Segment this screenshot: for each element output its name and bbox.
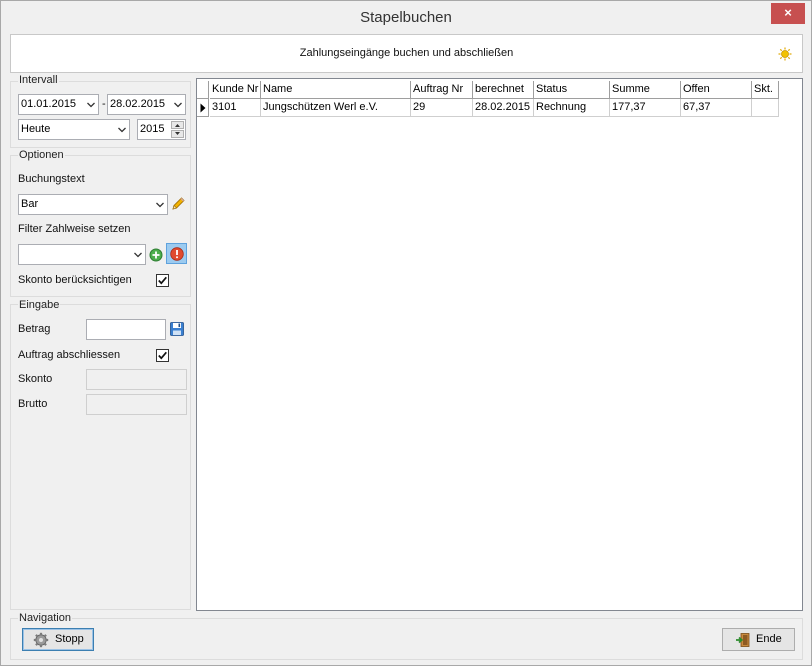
remove-filter-button[interactable]: [166, 243, 187, 264]
current-row-indicator: [197, 99, 209, 117]
period-select[interactable]: Heute: [18, 119, 130, 140]
year-stepper-buttons: [171, 121, 184, 138]
column-header[interactable]: Summe: [610, 81, 681, 99]
stapelbuchen-window: Stapelbuchen × Zahlungseingänge buchen u…: [0, 0, 812, 666]
header-panel: Zahlungseingänge buchen und abschließen: [10, 34, 803, 73]
year-value: 2015: [140, 123, 165, 135]
title-bar: Stapelbuchen ×: [1, 1, 811, 33]
skonto-beruecksichtigen-checkbox[interactable]: [156, 274, 169, 287]
date-to-value: 28.02.2015: [110, 98, 166, 110]
betrag-label: Betrag: [18, 323, 51, 335]
gear-icon: [33, 632, 49, 648]
year-increment-button[interactable]: [171, 121, 184, 129]
intervall-group-label: Intervall: [18, 74, 59, 86]
table-cell[interactable]: 29: [411, 99, 473, 117]
navigation-group-label: Navigation: [18, 612, 72, 624]
sun-icon: [778, 47, 792, 61]
column-header[interactable]: Offen: [681, 81, 752, 99]
table-cell[interactable]: Jungschützen Werl e.V.: [261, 99, 411, 117]
skonto-field: [86, 369, 187, 390]
close-button[interactable]: ×: [771, 3, 805, 24]
chevron-down-icon: [87, 102, 95, 108]
date-from-value: 01.01.2015: [21, 98, 77, 110]
buchungstext-label: Buchungstext: [18, 173, 85, 185]
brutto-field: [86, 394, 187, 415]
table-cell[interactable]: [752, 99, 779, 117]
filter-zahlweise-select[interactable]: [18, 244, 146, 265]
filter-zahlweise-label: Filter Zahlweise setzen: [18, 223, 131, 235]
table-cell[interactable]: 67,37: [681, 99, 752, 117]
table-cell[interactable]: Rechnung: [534, 99, 610, 117]
column-header[interactable]: Status: [534, 81, 610, 99]
chevron-down-icon: [118, 127, 126, 133]
row-pointer-icon: [200, 103, 206, 113]
orders-table[interactable]: Kunde Nr Name Auftrag Nr berechnet Statu…: [196, 78, 803, 611]
year-stepper[interactable]: 2015: [137, 119, 186, 140]
stop-button[interactable]: Stopp: [22, 628, 94, 651]
column-header[interactable]: Name: [261, 81, 411, 99]
column-header[interactable]: berechnet: [473, 81, 534, 99]
year-decrement-button[interactable]: [171, 130, 184, 138]
eingabe-group-label: Eingabe: [18, 299, 61, 311]
table-cell[interactable]: 3101: [210, 99, 261, 117]
brutto-label: Brutto: [18, 398, 48, 410]
caret-up-icon: [175, 124, 180, 127]
end-button[interactable]: Ende: [722, 628, 795, 651]
skonto-beruecksichtigen-label: Skonto berücksichtigen: [18, 274, 132, 286]
date-range-separator: -: [102, 98, 106, 110]
chevron-down-icon: [156, 202, 164, 208]
buchungstext-select[interactable]: Bar: [18, 194, 168, 215]
skonto-label: Skonto: [18, 373, 53, 385]
auftrag-abschliessen-label: Auftrag abschliessen: [18, 349, 121, 361]
betrag-input[interactable]: [86, 319, 166, 340]
column-header[interactable]: Skt.: [752, 81, 779, 99]
period-value: Heute: [21, 123, 51, 135]
date-to-picker[interactable]: 28.02.2015: [107, 94, 186, 115]
stop-button-label: Stopp: [55, 633, 84, 645]
column-header[interactable]: Kunde Nr: [210, 81, 261, 99]
chevron-down-icon: [134, 252, 142, 258]
auftrag-abschliessen-checkbox[interactable]: [156, 349, 169, 362]
end-button-label: Ende: [756, 633, 782, 645]
date-from-picker[interactable]: 01.01.2015: [18, 94, 99, 115]
optionen-group-label: Optionen: [18, 149, 65, 161]
table-cell[interactable]: 177,37: [610, 99, 681, 117]
checkmark-icon: [158, 351, 167, 360]
stop-icon: [170, 247, 184, 261]
checkmark-icon: [158, 276, 167, 285]
table-cell[interactable]: 28.02.2015: [473, 99, 534, 117]
exit-icon: [736, 633, 750, 647]
save-icon[interactable]: [169, 321, 185, 337]
chevron-down-icon: [174, 102, 182, 108]
add-icon[interactable]: [148, 247, 164, 263]
pencil-icon[interactable]: [170, 196, 186, 212]
page-subtitle: Zahlungseingänge buchen und abschließen: [299, 47, 514, 59]
column-header[interactable]: Auftrag Nr: [411, 81, 473, 99]
caret-down-icon: [175, 132, 180, 135]
buchungstext-value: Bar: [21, 198, 39, 210]
navigation-group: [10, 618, 803, 660]
window-title: Stapelbuchen: [360, 9, 452, 26]
header-corner: [197, 81, 209, 99]
